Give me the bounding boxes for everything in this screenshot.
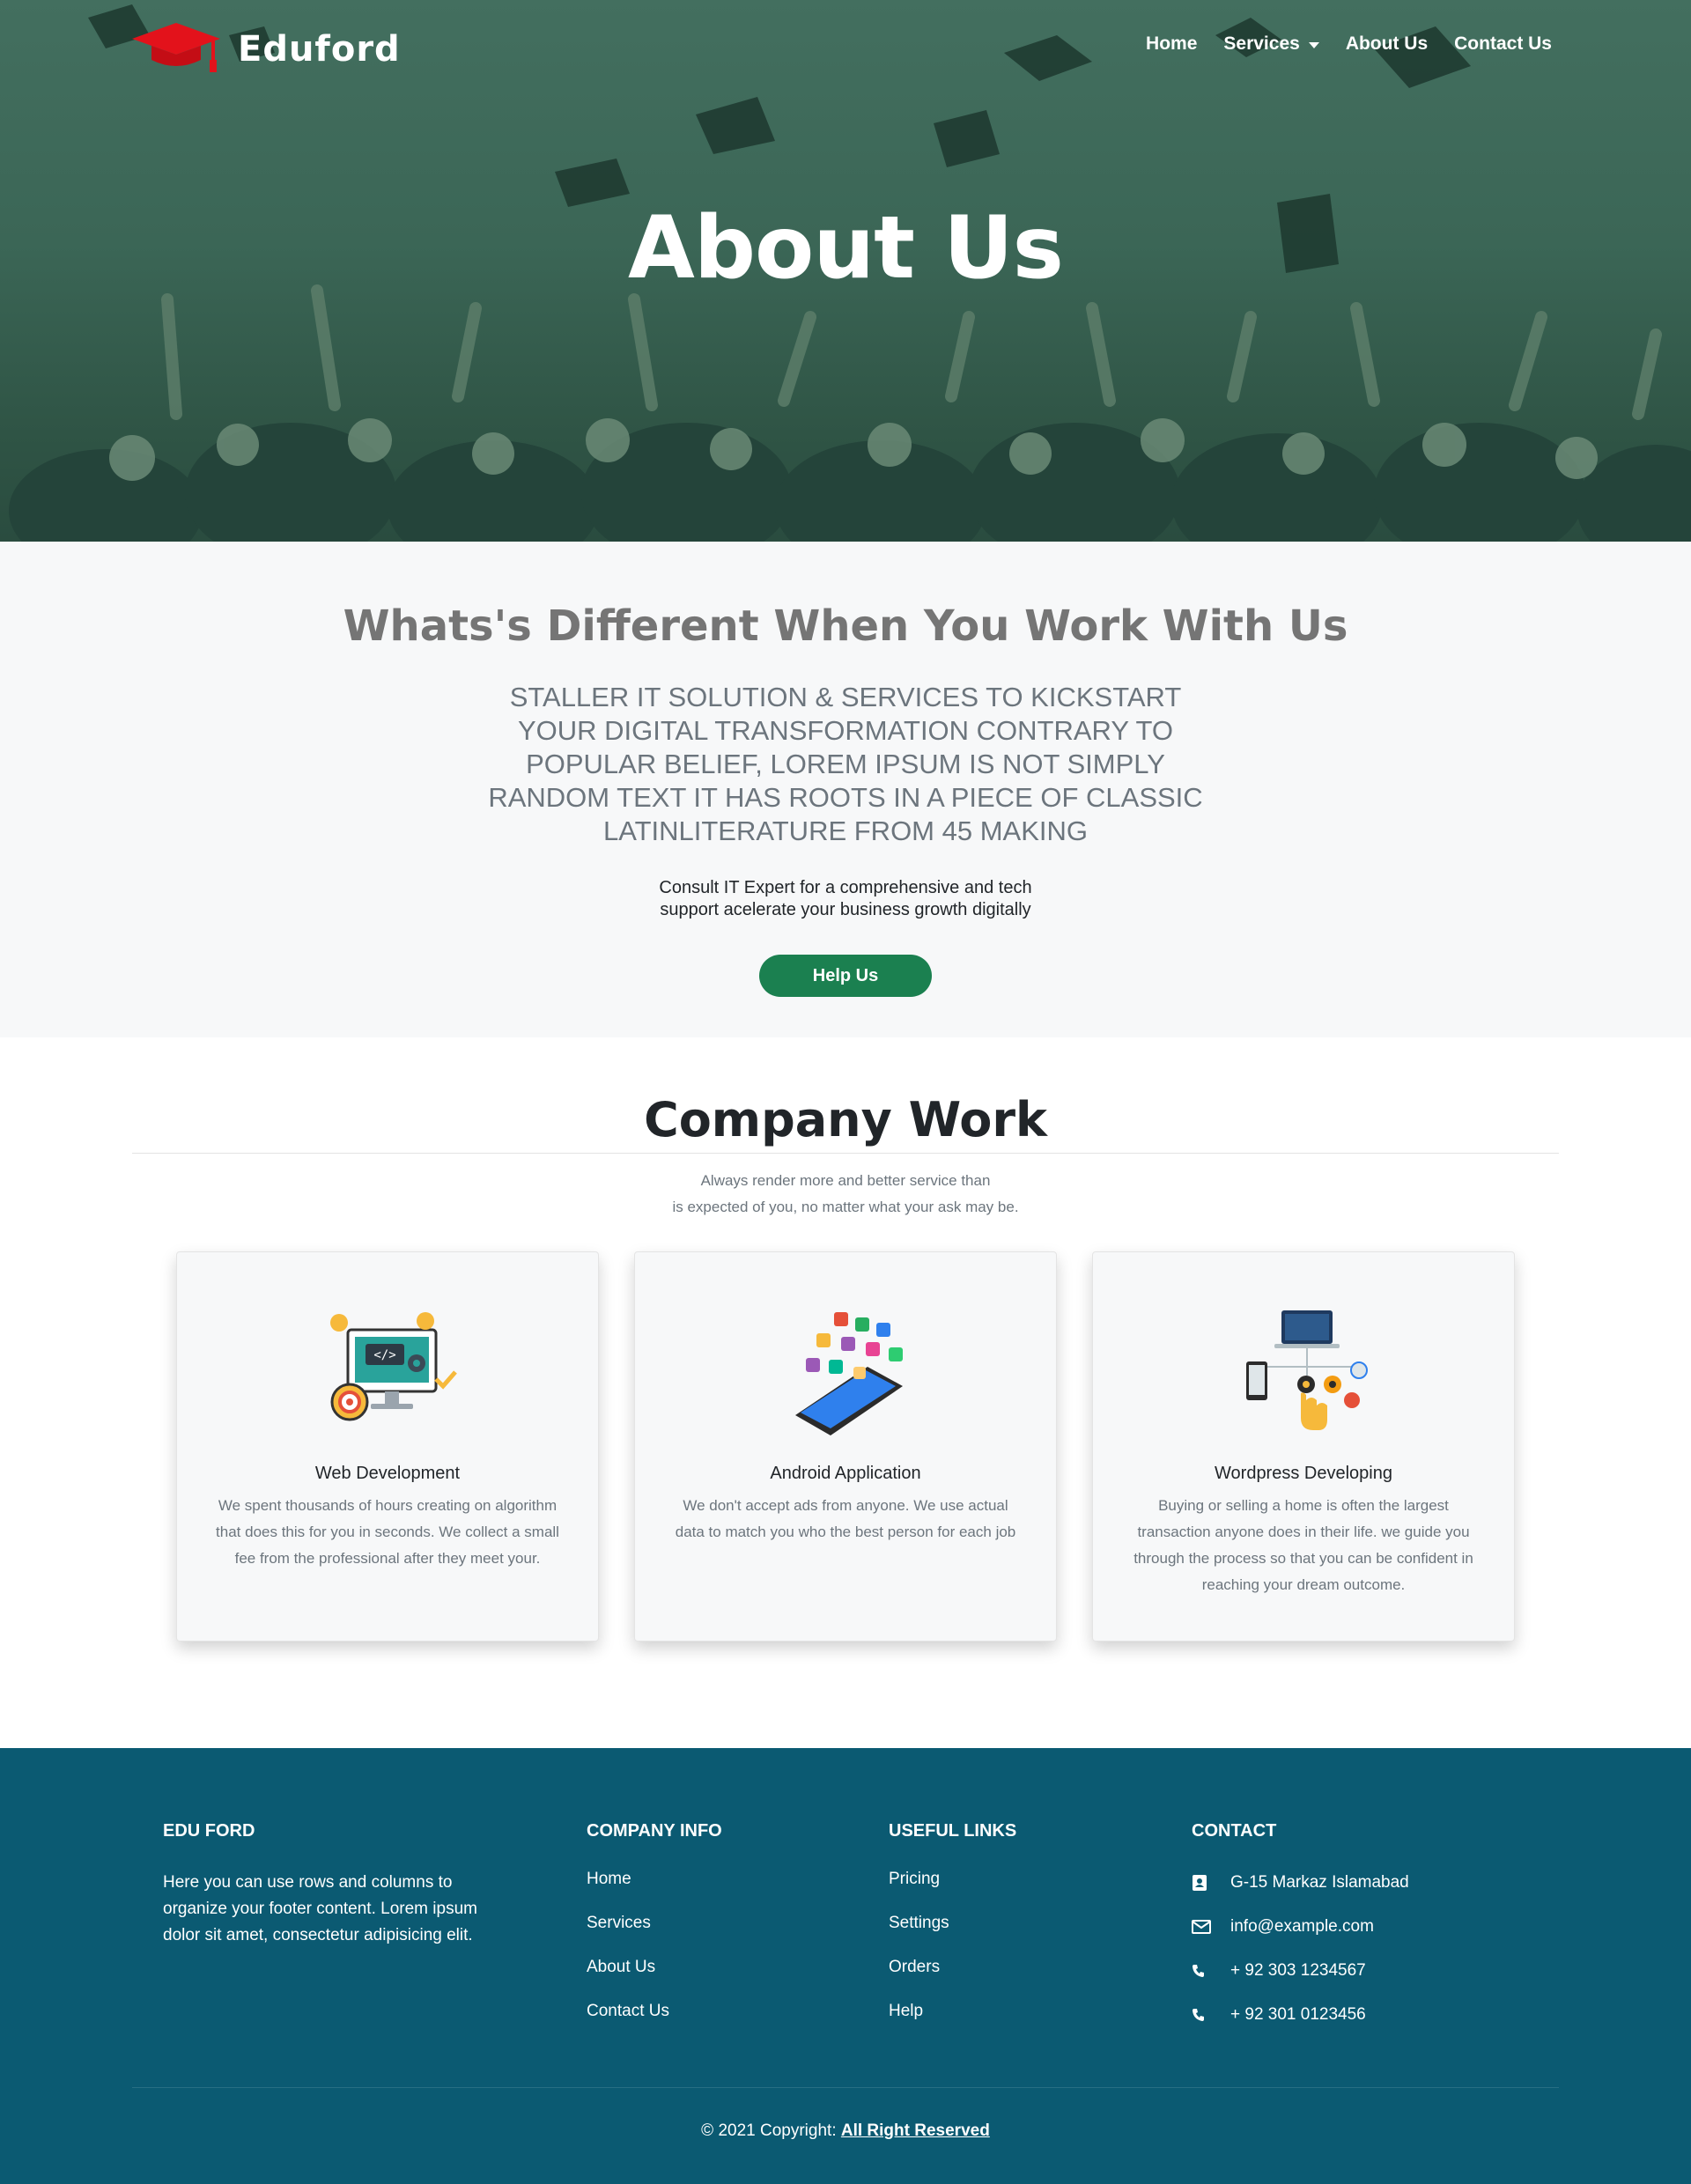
card-text: We don't accept ads from anyone. We use …: [675, 1497, 1016, 1540]
android-app-icon: [795, 1312, 903, 1435]
address-book-icon: [1192, 1874, 1230, 1892]
footer-about: EDU FORD Here you can use rows and colum…: [163, 1821, 515, 1949]
service-card-wordpress-developing[interactable]: Wordpress Developing Buying or selling a…: [1092, 1251, 1515, 1642]
contact-email-row: info@example.com: [1192, 1905, 1409, 1949]
brand-name: Eduford: [238, 29, 401, 70]
company-work-subtitle: Always render more and better service th…: [0, 1168, 1691, 1221]
hero-title: About Us: [628, 198, 1064, 299]
different-subtitle: Consult IT Expert for a comprehensive an…: [659, 878, 1032, 919]
different-lead: STALLER IT SOLUTION & SERVICES TO KICKST…: [488, 682, 1203, 846]
footer-link-help[interactable]: Help: [889, 2002, 923, 2020]
web-development-icon: </>: [330, 1312, 457, 1421]
service-card-android-application[interactable]: Android Application We don't accept ads …: [634, 1251, 1057, 1642]
help-us-button[interactable]: Help Us: [759, 955, 932, 997]
card-title: Android Application: [770, 1464, 921, 1483]
card-title: Web Development: [314, 1464, 461, 1483]
company-work-subtitle-line2: is expected of you, no matter what your …: [672, 1199, 1019, 1215]
card-text: We spent thousands of hours creating on …: [216, 1497, 559, 1567]
contact-phone-2[interactable]: + 92 301 0123456: [1230, 2005, 1366, 2025]
contact-phone-row-2: + 92 301 0123456: [1192, 1993, 1409, 2037]
phone-icon: [1192, 1964, 1230, 1978]
phone-icon: [1192, 2008, 1230, 2022]
card-title: Wordpress Developing: [1215, 1464, 1392, 1483]
main-navbar: Eduford Home Services About Us Contact U…: [0, 0, 1691, 88]
graduation-cap-icon: [132, 23, 220, 72]
footer-contact-heading: CONTACT: [1192, 1821, 1277, 1841]
svg-text:</>: </>: [373, 1348, 395, 1362]
footer-divider: [132, 2087, 1559, 2088]
footer-about-text: Here you can use rows and columns to org…: [163, 1873, 477, 1944]
contact-address: G-15 Markaz Islamabad: [1230, 1873, 1409, 1892]
footer-link-about-us[interactable]: About Us: [587, 1958, 655, 1976]
envelope-icon: [1192, 1920, 1230, 1934]
contact-phone-1[interactable]: + 92 303 1234567: [1230, 1961, 1366, 1981]
footer-link-orders[interactable]: Orders: [889, 1958, 940, 1976]
hero-banner: Eduford Home Services About Us Contact U…: [0, 0, 1691, 542]
copyright-link[interactable]: All Right Reserved: [841, 2121, 990, 2140]
brand-logo[interactable]: Eduford: [132, 21, 401, 77]
copyright: © 2021 Copyright: All Right Reserved: [0, 2121, 1691, 2141]
footer-about-heading: EDU FORD: [163, 1821, 255, 1841]
site-footer: EDU FORD Here you can use rows and colum…: [0, 1748, 1691, 2184]
footer-contact: CONTACT G-15 Markaz Islamabad info@examp…: [1192, 1821, 1409, 2037]
different-section: Whats's Different When You Work With Us …: [0, 542, 1691, 1037]
wordpress-icon: [1246, 1310, 1368, 1430]
card-text: Buying or selling a home is often the la…: [1133, 1497, 1473, 1593]
copyright-prefix: © 2021 Copyright:: [701, 2121, 837, 2140]
footer-link-contact-us[interactable]: Contact Us: [587, 2002, 669, 2020]
footer-useful-links: USEFUL LINKS Pricing Settings Orders Hel…: [889, 1821, 1016, 2046]
service-cards: </> Web Development We spent thousands o…: [176, 1251, 1515, 1642]
company-work-subtitle-line1: Always render more and better service th…: [700, 1172, 991, 1189]
footer-link-settings[interactable]: Settings: [889, 1914, 949, 1932]
contact-address-row: G-15 Markaz Islamabad: [1192, 1861, 1409, 1905]
footer-link-services[interactable]: Services: [587, 1914, 651, 1932]
nav-links: Home Services About Us Contact Us: [1146, 33, 1552, 55]
footer-link-pricing[interactable]: Pricing: [889, 1870, 940, 1888]
different-title: Whats's Different When You Work With Us: [343, 601, 1348, 651]
caret-down-icon: [1308, 41, 1319, 48]
company-work-title: Company Work: [644, 1092, 1047, 1147]
nav-services-label: Services: [1223, 33, 1300, 54]
footer-useful-links-list: Pricing Settings Orders Help: [889, 1870, 1016, 2046]
service-card-web-development[interactable]: </> Web Development We spent thousands o…: [176, 1251, 599, 1642]
nav-about-us[interactable]: About Us: [1346, 33, 1428, 55]
footer-link-home[interactable]: Home: [587, 1870, 631, 1888]
contact-email[interactable]: info@example.com: [1230, 1917, 1374, 1937]
footer-company-info-heading: COMPANY INFO: [587, 1821, 722, 1841]
nav-services-dropdown[interactable]: Services: [1223, 33, 1319, 55]
nav-home[interactable]: Home: [1146, 33, 1197, 55]
footer-company-info: COMPANY INFO Home Services About Us Cont…: [587, 1821, 722, 2046]
divider: [132, 1153, 1559, 1154]
company-work-section: Company Work Always render more and bett…: [0, 1037, 1691, 1748]
nav-contact-us[interactable]: Contact Us: [1454, 33, 1552, 55]
contact-phone-row-1: + 92 303 1234567: [1192, 1949, 1409, 1993]
footer-useful-links-heading: USEFUL LINKS: [889, 1821, 1017, 1841]
footer-company-links: Home Services About Us Contact Us: [587, 1870, 722, 2046]
